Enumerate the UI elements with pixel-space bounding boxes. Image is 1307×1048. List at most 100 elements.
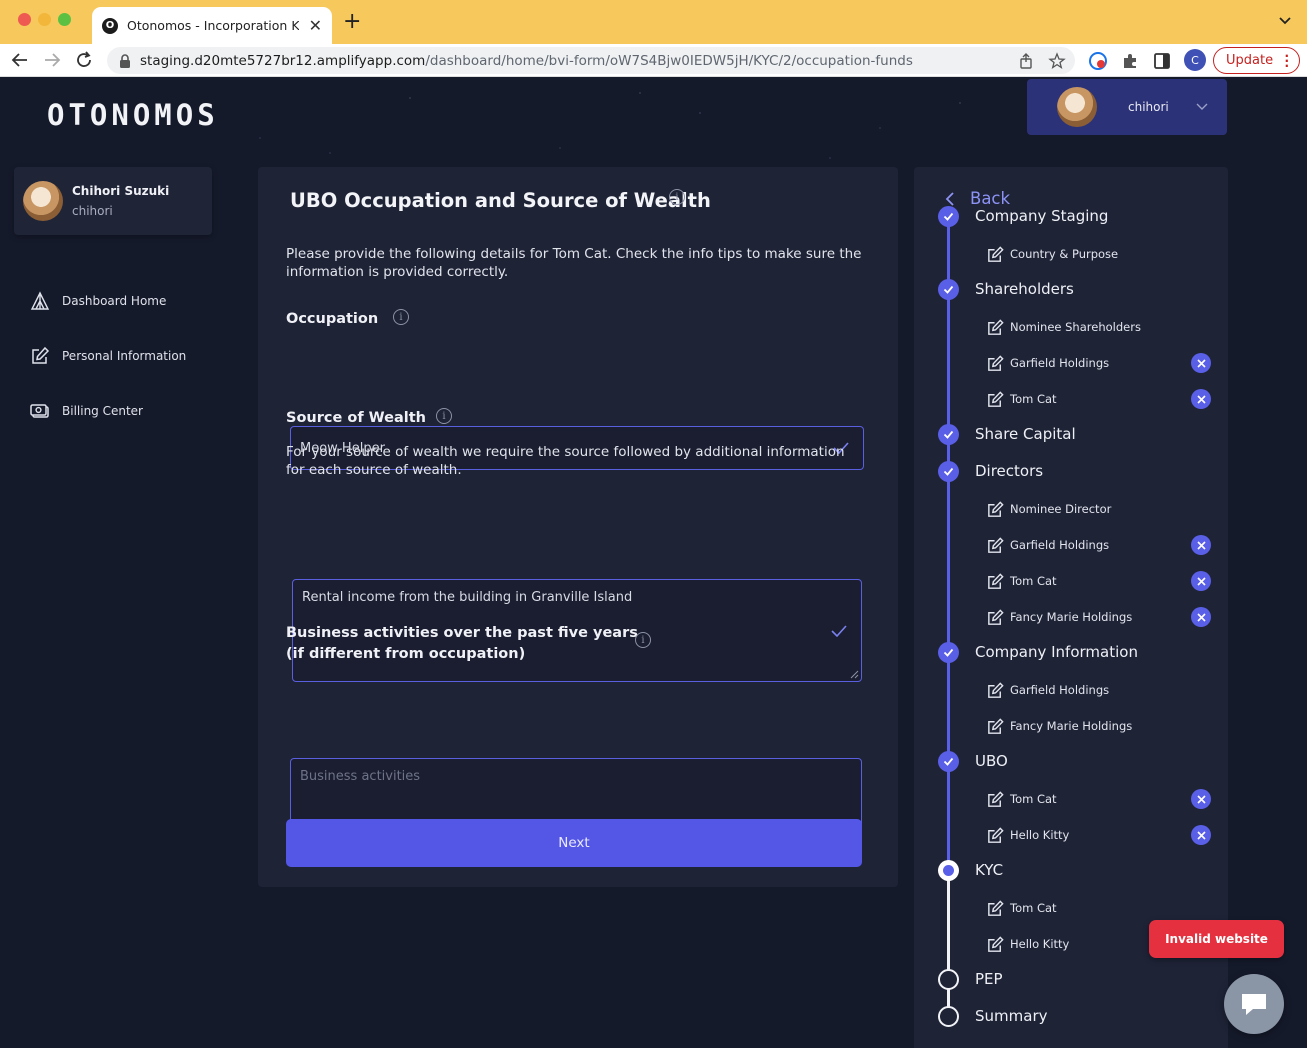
window-minimize-button[interactable] xyxy=(38,13,51,26)
new-tab-plus-icon[interactable]: + xyxy=(343,10,361,34)
sidebar-item-billing-center[interactable]: Billing Center xyxy=(30,383,186,438)
substep-item[interactable]: Fancy Marie Holdings xyxy=(986,599,1216,635)
invalid-website-badge[interactable]: Invalid website xyxy=(1149,920,1284,958)
substep-item[interactable]: Tom Cat xyxy=(986,563,1216,599)
remove-substep-button[interactable] xyxy=(1191,389,1211,409)
substep-label: Tom Cat xyxy=(1010,901,1057,915)
otonomos-favicon-icon: O xyxy=(102,17,118,34)
browser-update-button[interactable]: Update · · · xyxy=(1213,47,1300,74)
substep-item[interactable]: Nominee Director xyxy=(986,491,1216,527)
browser-profile-avatar[interactable]: C xyxy=(1184,49,1206,71)
business-activities-label-line1: Business activities over the past five y… xyxy=(286,625,638,641)
otonomos-logo[interactable]: OTONOMOS xyxy=(47,98,219,132)
business-info-icon[interactable]: i xyxy=(635,632,651,648)
tab-title: Otonomos - Incorporation Kits xyxy=(127,18,299,33)
share-icon[interactable] xyxy=(1017,52,1035,70)
user-avatar xyxy=(1057,87,1097,127)
remove-substep-button[interactable] xyxy=(1191,789,1211,809)
resize-handle-icon[interactable] xyxy=(850,670,859,679)
substep-item[interactable]: Tom Cat xyxy=(986,781,1216,817)
stepper-rail xyxy=(947,290,950,435)
substep-label: Fancy Marie Holdings xyxy=(1010,610,1133,624)
occupation-info-icon[interactable]: i xyxy=(393,309,409,325)
remove-substep-button[interactable] xyxy=(1191,607,1211,627)
form-card: UBO Occupation and Source of Wealth i Pl… xyxy=(258,167,898,887)
update-label: Update xyxy=(1226,53,1274,68)
step-pending-indicator xyxy=(938,969,959,990)
chevron-down-icon xyxy=(1196,103,1208,110)
substep-label: Hello Kitty xyxy=(1010,937,1070,951)
window-close-button[interactable] xyxy=(18,13,31,26)
substep-item[interactable]: Garfield Holdings xyxy=(986,672,1216,708)
substep-item[interactable]: Hello Kitty xyxy=(986,817,1216,853)
substep-item[interactable]: Garfield Holdings xyxy=(986,527,1216,563)
edit-icon xyxy=(988,826,1004,843)
step-company-staging[interactable]: Company Staging xyxy=(914,199,1228,235)
check-icon xyxy=(943,757,954,766)
step-complete-indicator xyxy=(938,461,959,482)
tab-close-icon[interactable]: ✕ xyxy=(309,16,322,35)
chat-widget-button[interactable] xyxy=(1224,974,1284,1034)
step-company-information[interactable]: Company Information xyxy=(914,635,1228,671)
sidebar-item-label: Billing Center xyxy=(62,403,143,418)
lock-icon xyxy=(120,53,130,68)
step-label: Directors xyxy=(975,462,1044,480)
step-label: PEP xyxy=(975,970,1003,988)
substep-label: Garfield Holdings xyxy=(1010,356,1110,370)
step-label: Summary xyxy=(975,1007,1048,1025)
close-icon xyxy=(1196,358,1206,368)
title-info-icon[interactable]: i xyxy=(669,189,685,205)
business-activities-label-line2: (if different from occupation) xyxy=(286,646,526,662)
step-ubo[interactable]: UBO xyxy=(914,744,1228,780)
substep-label: Nominee Shareholders xyxy=(1010,320,1141,334)
wealth-info-icon[interactable]: i xyxy=(436,408,452,424)
next-button[interactable]: Next xyxy=(286,819,862,867)
sidebar-item-personal-information[interactable]: Personal Information xyxy=(30,328,186,383)
edit-icon xyxy=(988,572,1004,589)
step-complete-indicator xyxy=(938,424,959,445)
remove-substep-button[interactable] xyxy=(1191,571,1211,591)
substep-item[interactable]: Tom Cat xyxy=(986,381,1216,417)
step-pep[interactable]: PEP xyxy=(914,962,1228,998)
substep-item[interactable]: Nominee Shareholders xyxy=(986,309,1216,345)
step-summary[interactable]: Summary xyxy=(914,999,1228,1035)
step-pending-indicator xyxy=(938,1006,959,1027)
step-directors[interactable]: Directors xyxy=(914,454,1228,490)
extensions-puzzle-icon[interactable] xyxy=(1120,51,1140,71)
tab-list-chevron-down-icon[interactable] xyxy=(1277,12,1293,28)
step-kyc[interactable]: KYC xyxy=(914,853,1228,889)
valid-check-icon xyxy=(831,625,847,637)
extension-shield-icon[interactable] xyxy=(1088,51,1108,71)
check-icon xyxy=(943,212,954,221)
source-of-wealth-description: For your source of wealth we require the… xyxy=(286,444,845,478)
window-maximize-button[interactable] xyxy=(58,13,71,26)
step-complete-indicator xyxy=(938,642,959,663)
back-arrow-icon[interactable] xyxy=(9,49,31,71)
step-shareholders[interactable]: Shareholders xyxy=(914,272,1228,308)
forward-arrow-icon[interactable] xyxy=(41,49,63,71)
profile-card[interactable]: Chihori Suzuki chihori xyxy=(14,167,212,235)
remove-substep-button[interactable] xyxy=(1191,825,1211,845)
reload-icon[interactable] xyxy=(73,49,95,71)
substep-label: Fancy Marie Holdings xyxy=(1010,719,1133,733)
step-share-capital[interactable]: Share Capital xyxy=(914,417,1228,453)
side-panel-icon[interactable] xyxy=(1152,51,1172,71)
substep-item[interactable]: Fancy Marie Holdings xyxy=(986,708,1216,744)
close-icon xyxy=(1196,794,1206,804)
step-complete-indicator xyxy=(938,751,959,772)
sidebar-item-label: Dashboard Home xyxy=(62,293,167,308)
user-menu-button[interactable]: chihori xyxy=(1027,79,1227,135)
substep-label: Tom Cat xyxy=(1010,392,1057,406)
step-label: Share Capital xyxy=(975,425,1076,443)
profile-avatar xyxy=(23,181,63,221)
remove-substep-button[interactable] xyxy=(1191,535,1211,555)
bookmark-star-icon[interactable] xyxy=(1048,52,1066,70)
browser-tab-active[interactable]: O Otonomos - Incorporation Kits ✕ xyxy=(92,7,332,44)
remove-substep-button[interactable] xyxy=(1191,353,1211,373)
substep-item[interactable]: Country & Purpose xyxy=(986,236,1216,272)
sidebar-item-dashboard-home[interactable]: Dashboard Home xyxy=(30,273,186,328)
substep-item[interactable]: Garfield Holdings xyxy=(986,345,1216,381)
url-omnibox[interactable]: staging.d20mte5727br12.amplifyapp.com/da… xyxy=(107,47,1075,74)
business-activities-label: Business activities over the past five y… xyxy=(286,623,638,665)
chat-bubble-icon xyxy=(1242,994,1266,1015)
